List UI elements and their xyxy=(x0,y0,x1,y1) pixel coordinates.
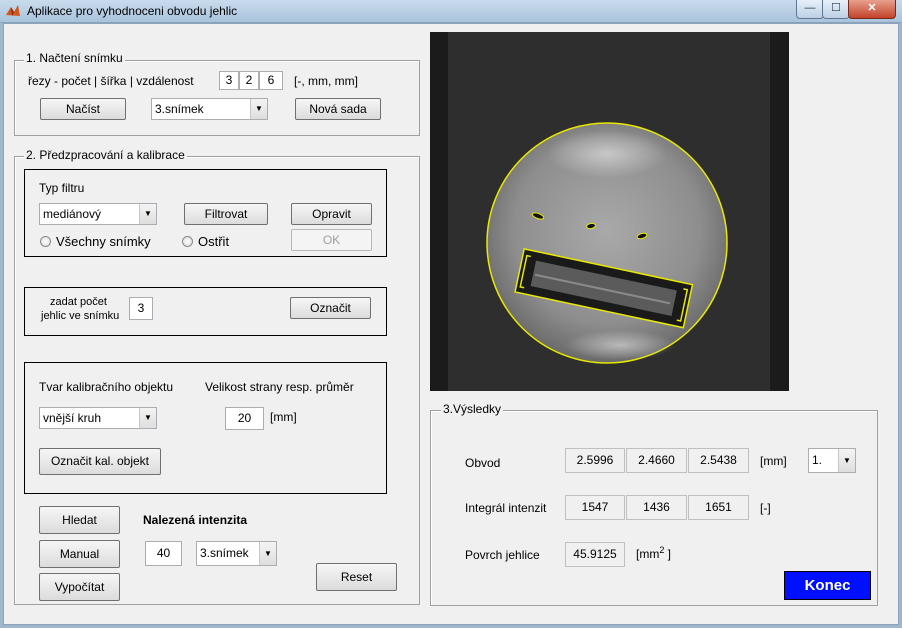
surface-label: Povrch jehlice xyxy=(465,548,540,562)
intensity-image-select[interactable]: 3.snímek ▼ xyxy=(196,541,277,566)
chevron-down-icon: ▼ xyxy=(838,449,855,472)
title-bar[interactable]: Aplikace pro vyhodnoceni obvodu jehlic —… xyxy=(0,0,902,23)
perimeter-value-1: 2.5996 xyxy=(565,448,625,473)
integral-unit: [-] xyxy=(760,501,771,515)
chevron-down-icon: ▼ xyxy=(259,542,276,565)
image-select-value: 3.snímek xyxy=(155,102,204,116)
ct-image-view[interactable] xyxy=(430,32,789,391)
intensity-image-select-value: 3.snímek xyxy=(200,546,249,560)
found-intensity-label: Nalezená intenzita xyxy=(143,513,248,527)
minimize-button[interactable]: — xyxy=(796,0,824,19)
side-size-field[interactable]: 20 xyxy=(225,407,264,430)
side-size-unit: [mm] xyxy=(270,410,297,424)
calib-shape-select-value: vnější kruh xyxy=(43,411,102,425)
surface-value: 45.9125 xyxy=(565,542,625,567)
close-button[interactable]: ✕ xyxy=(848,0,896,19)
integral-label: Integrál intenzit xyxy=(465,501,547,515)
new-set-button[interactable]: Nová sada xyxy=(295,98,381,120)
calib-shape-label: Tvar kalibračního objektu xyxy=(39,380,174,394)
surface-unit-close: ] xyxy=(664,547,672,561)
needle-select[interactable]: 1. ▼ xyxy=(808,448,856,473)
reset-button[interactable]: Reset xyxy=(316,563,397,591)
integral-value-1: 1547 xyxy=(565,495,625,520)
integral-value-2: 1436 xyxy=(626,495,687,520)
perimeter-value-2: 2.4660 xyxy=(626,448,687,473)
compute-button[interactable]: Vypočítat xyxy=(39,573,120,601)
window-title: Aplikace pro vyhodnoceni obvodu jehlic xyxy=(27,4,238,18)
perimeter-value-3: 2.5438 xyxy=(688,448,749,473)
mark-button[interactable]: Označit xyxy=(290,297,371,319)
side-size-label: Velikost strany resp. průměr xyxy=(205,380,354,394)
params-label: řezy - počet | šířka | vzdálenost xyxy=(28,74,194,88)
filter-select[interactable]: mediánový ▼ xyxy=(39,203,157,225)
params-units: [-, mm, mm] xyxy=(294,74,358,88)
ok-button[interactable]: OK xyxy=(291,229,372,251)
calib-shape-select[interactable]: vnější kruh ▼ xyxy=(39,407,157,429)
sharpen-label[interactable]: Ostřit xyxy=(198,234,229,249)
ct-image xyxy=(430,32,789,391)
surface-unit-text: [mm xyxy=(636,547,660,561)
needle-count-label-2: jehlic ve snímku xyxy=(41,310,120,322)
intensity-field[interactable]: 40 xyxy=(145,541,182,566)
manual-button[interactable]: Manual xyxy=(39,540,120,568)
matlab-icon xyxy=(6,5,20,16)
sharpen-radio[interactable] xyxy=(182,236,193,247)
needle-count-field[interactable]: 3 xyxy=(129,297,153,320)
perimeter-unit: [mm] xyxy=(760,454,787,468)
filter-type-label: Typ filtru xyxy=(39,181,85,195)
surface-unit: [mm2 ] xyxy=(636,545,671,561)
fix-button[interactable]: Opravit xyxy=(291,203,372,225)
maximize-button[interactable]: ☐ xyxy=(822,0,850,19)
results-panel-title: 3.Výsledky xyxy=(441,402,504,416)
perimeter-label: Obvod xyxy=(465,456,501,470)
load-button[interactable]: Načíst xyxy=(40,98,126,120)
slice-count-field[interactable]: 3 xyxy=(219,71,239,90)
all-images-label[interactable]: Všechny snímky xyxy=(56,234,151,249)
chevron-down-icon: ▼ xyxy=(139,408,156,428)
slice-width-field[interactable]: 2 xyxy=(239,71,259,90)
preprocessing-panel-title: 2. Předzpracování a kalibrace xyxy=(24,148,187,162)
needle-count-label-1: zadat počet xyxy=(50,296,107,308)
slice-distance-field[interactable]: 6 xyxy=(259,71,283,90)
filter-button[interactable]: Filtrovat xyxy=(184,203,268,225)
chevron-down-icon: ▼ xyxy=(250,99,267,119)
load-panel-title: 1. Načtení snímku xyxy=(24,51,125,65)
chevron-down-icon: ▼ xyxy=(139,204,156,224)
find-button[interactable]: Hledat xyxy=(39,506,120,534)
needle-select-value: 1. xyxy=(812,453,823,467)
image-select[interactable]: 3.snímek ▼ xyxy=(151,98,268,120)
all-images-radio[interactable] xyxy=(40,236,51,247)
exit-button[interactable]: Konec xyxy=(784,571,871,600)
integral-value-3: 1651 xyxy=(688,495,749,520)
mark-calib-object-button[interactable]: Označit kal. objekt xyxy=(39,448,161,475)
filter-select-value: mediánový xyxy=(43,207,102,221)
